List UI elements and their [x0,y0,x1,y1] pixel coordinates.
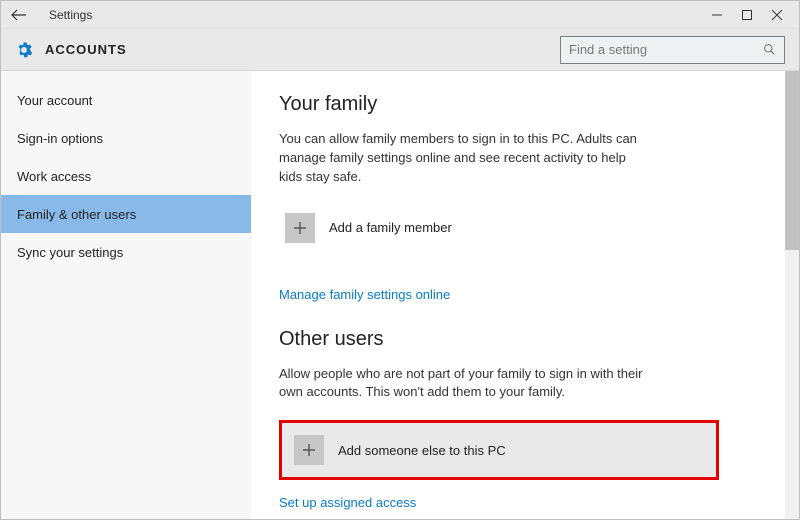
scrollbar-thumb[interactable] [785,71,799,250]
plus-icon [285,213,315,243]
add-family-member-button[interactable]: Add a family member [279,205,757,251]
sidebar-item-label: Sign-in options [17,131,103,146]
add-other-user-label: Add someone else to this PC [338,443,506,458]
back-button[interactable] [7,7,31,23]
sidebar-item-work-access[interactable]: Work access [1,157,251,195]
content-area: Your family You can allow family members… [251,71,785,519]
section-header: ACCOUNTS [1,29,799,71]
sidebar-item-signin-options[interactable]: Sign-in options [1,119,251,157]
window-title: Settings [49,8,92,22]
close-button[interactable] [769,7,785,23]
search-icon [763,43,776,56]
family-heading: Your family [279,93,757,116]
family-description: You can allow family members to sign in … [279,130,649,187]
section-name: ACCOUNTS [45,42,127,57]
sidebar-item-family-other-users[interactable]: Family & other users [1,195,251,233]
sidebar-item-label: Work access [17,169,91,184]
minimize-button[interactable] [709,7,725,23]
manage-family-link[interactable]: Manage family settings online [279,287,450,302]
other-users-description: Allow people who are not part of your fa… [279,365,649,403]
maximize-button[interactable] [739,7,755,23]
sidebar-item-label: Family & other users [17,207,136,222]
add-other-user-button[interactable]: Add someone else to this PC [288,429,710,471]
add-family-member-label: Add a family member [329,220,452,235]
sidebar-item-label: Sync your settings [17,245,123,260]
add-other-user-highlight: Add someone else to this PC [279,420,719,480]
other-users-heading: Other users [279,328,757,351]
sidebar-item-your-account[interactable]: Your account [1,81,251,119]
assigned-access-link[interactable]: Set up assigned access [279,495,416,510]
search-input[interactable] [569,42,763,57]
gear-icon [15,41,33,59]
sidebar-item-label: Your account [17,93,92,108]
search-box[interactable] [560,36,785,64]
titlebar: Settings [1,1,799,29]
plus-icon [294,435,324,465]
sidebar-item-sync-settings[interactable]: Sync your settings [1,233,251,271]
sidebar: Your account Sign-in options Work access… [1,71,251,519]
settings-window: Settings ACCOUNTS [0,0,800,520]
scrollbar[interactable] [785,71,799,519]
